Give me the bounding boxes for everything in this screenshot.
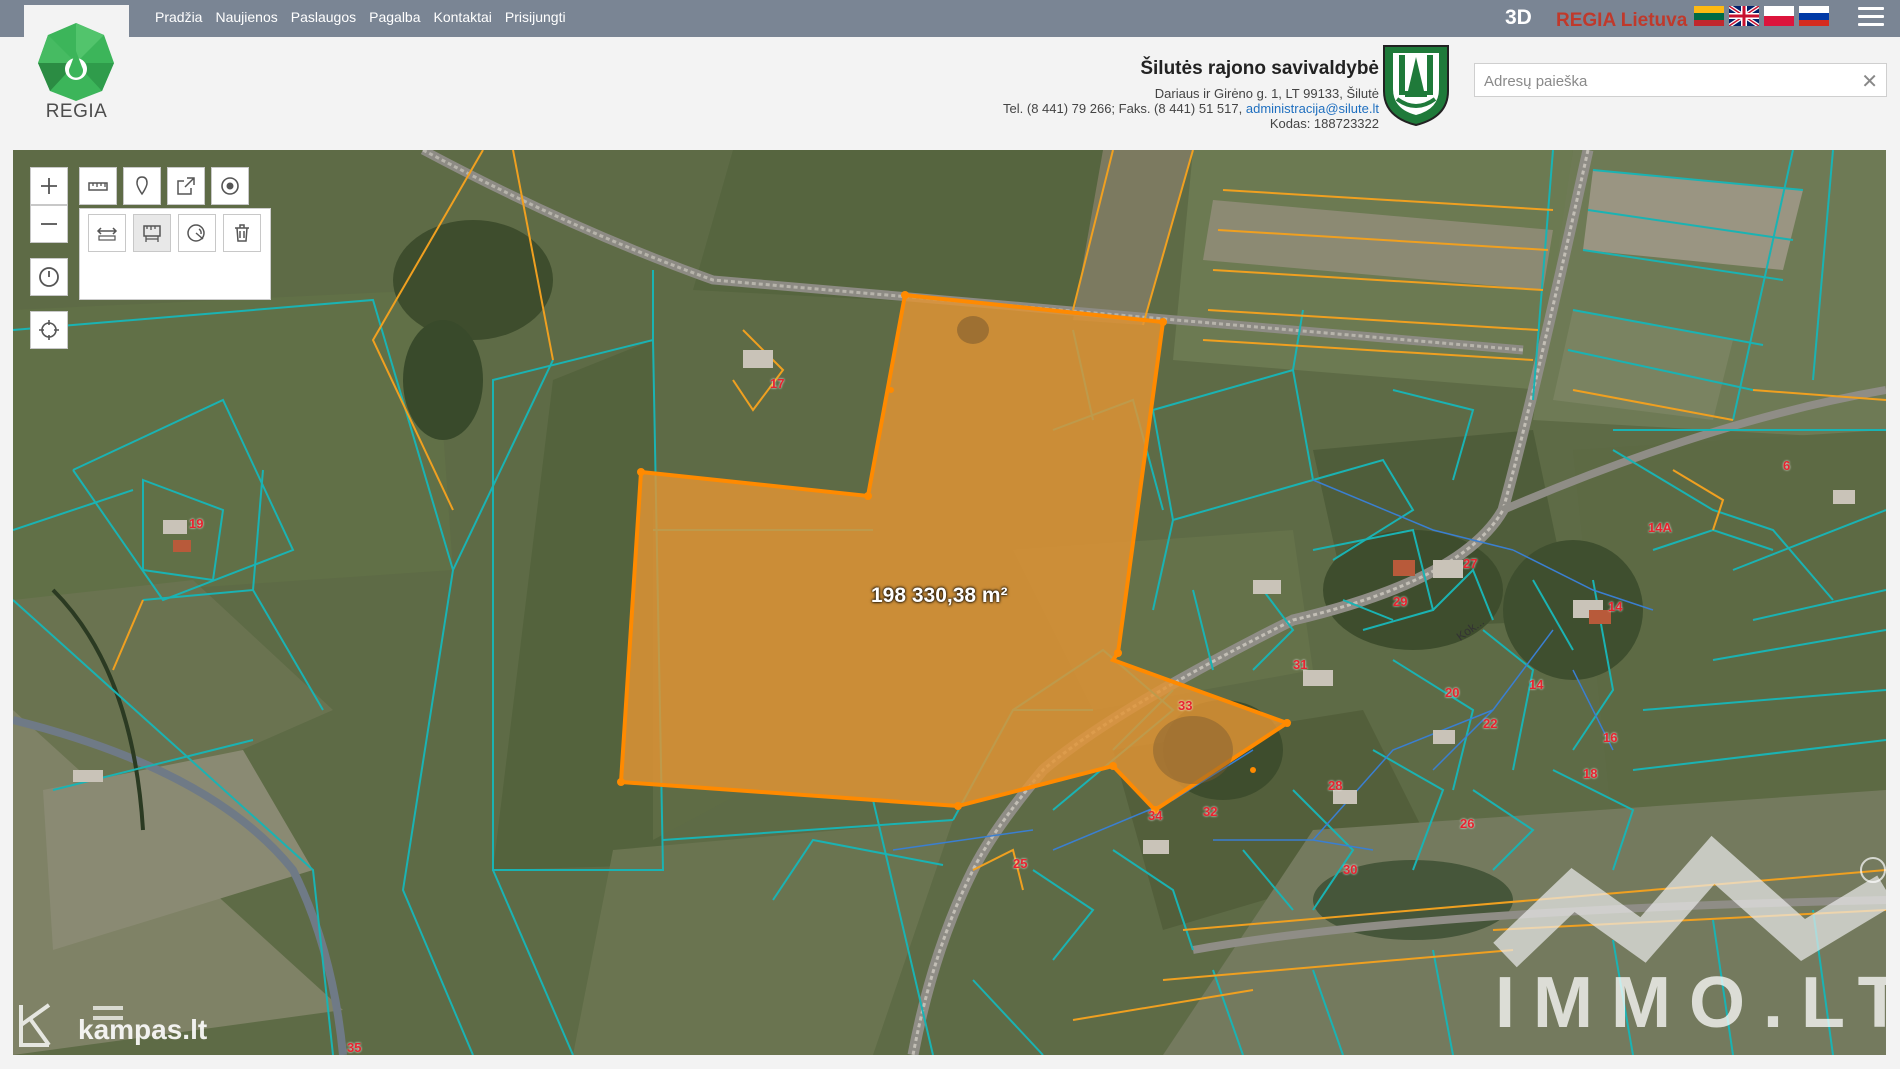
- municipality-name: Šilutės rajono savivaldybė: [1140, 58, 1379, 79]
- marker-tool-button[interactable]: [123, 167, 161, 205]
- plot-number: 20: [1445, 685, 1460, 700]
- map-pin-icon: [136, 176, 148, 196]
- plot-number: 18: [1583, 766, 1598, 781]
- minus-icon: [41, 223, 57, 225]
- target-icon: [221, 177, 239, 195]
- ruler-tool-button[interactable]: [79, 167, 117, 205]
- clock-icon: [39, 267, 59, 287]
- measure-distance-button[interactable]: [88, 214, 126, 252]
- plot-number: 34: [1148, 808, 1163, 823]
- measure-area-button[interactable]: [133, 214, 171, 252]
- kampas-watermark: kampas.lt: [78, 1014, 208, 1045]
- plot-number: 6: [1783, 458, 1791, 473]
- municipality-contacts: Tel. (8 441) 79 266; Faks. (8 441) 51 51…: [1003, 101, 1379, 116]
- municipality-code: Kodas: 188723322: [1269, 116, 1379, 131]
- address-search-input[interactable]: [1482, 65, 1856, 97]
- regia-logo[interactable]: REGIA: [24, 5, 129, 125]
- plot-number: 26: [1460, 816, 1475, 831]
- history-button[interactable]: [30, 258, 68, 296]
- municipality-phones: Tel. (8 441) 79 266; Faks. (8 441) 51 51…: [1003, 101, 1243, 116]
- hamburger-menu-icon[interactable]: [1858, 7, 1884, 29]
- area-measurement-label: 198 330,38 m²: [871, 584, 1008, 607]
- zoom-out-button[interactable]: [30, 205, 68, 243]
- crosshair-icon: [39, 320, 59, 340]
- uk-flag-icon[interactable]: [1729, 6, 1759, 26]
- plot-number: 19: [189, 516, 204, 531]
- nav-item-contacts[interactable]: Kontaktai: [434, 9, 492, 25]
- municipality-email-link[interactable]: administracija@silute.lt: [1246, 101, 1379, 116]
- regia-lietuva-link[interactable]: REGIA Lietuva: [1556, 10, 1687, 32]
- plot-number: 30: [1343, 862, 1358, 877]
- plus-icon: [41, 178, 57, 194]
- zoom-in-button[interactable]: [30, 167, 68, 205]
- municipality-crest-icon: [1383, 45, 1449, 127]
- plot-number: 32: [1203, 804, 1218, 819]
- measure-radius-icon: [187, 224, 205, 242]
- plot-number: 22: [1483, 716, 1498, 731]
- regia-logo-text: REGIA: [45, 101, 108, 122]
- nav-item-services[interactable]: Paslaugos: [291, 9, 356, 25]
- measure-distance-icon: [96, 227, 118, 241]
- ruler-icon: [88, 182, 108, 191]
- nav-item-help[interactable]: Pagalba: [369, 9, 420, 25]
- measure-radius-button[interactable]: [178, 214, 216, 252]
- russia-flag-icon[interactable]: [1799, 6, 1829, 26]
- plot-number: 17: [770, 376, 785, 391]
- target-tool-button[interactable]: [211, 167, 249, 205]
- nav-item-login[interactable]: Prisijungti: [505, 9, 566, 25]
- share-icon: [177, 177, 195, 195]
- share-tool-button[interactable]: [167, 167, 205, 205]
- delete-measure-button[interactable]: [223, 214, 261, 252]
- map-view[interactable]: 17 19 6 14A 27 29 14 31 20 14 22 16 33 2…: [13, 150, 1886, 1055]
- regia-logo-icon: [38, 23, 114, 101]
- measure-area-icon: [143, 225, 161, 242]
- plot-number: 27: [1463, 556, 1478, 571]
- plot-number: 14: [1608, 599, 1623, 614]
- plot-number: 25: [1013, 856, 1028, 871]
- 3d-button[interactable]: 3D: [1505, 6, 1532, 30]
- trash-icon: [235, 224, 249, 242]
- nav-item-news[interactable]: Naujienos: [215, 9, 277, 25]
- municipality-address: Dariaus ir Girėno g. 1, LT 99133, Šilutė: [1154, 86, 1379, 101]
- main-nav: Pradžia Naujienos Paslaugos Pagalba Kont…: [155, 9, 566, 25]
- plot-number: 29: [1393, 594, 1408, 609]
- plot-number: 14A: [1648, 520, 1672, 535]
- plot-number: 33: [1178, 698, 1193, 713]
- plot-number: 28: [1328, 778, 1343, 793]
- lithuania-flag-icon[interactable]: [1694, 6, 1724, 26]
- nav-item-home[interactable]: Pradžia: [155, 9, 202, 25]
- address-search: ✕: [1474, 63, 1887, 97]
- plot-number: 31: [1293, 657, 1308, 672]
- poland-flag-icon[interactable]: [1764, 6, 1794, 26]
- plot-number: 14: [1529, 677, 1544, 692]
- plot-number: 35: [347, 1040, 362, 1055]
- plot-number: 16: [1603, 730, 1618, 745]
- immo-watermark: IMMO.LT: [1495, 963, 1886, 1043]
- locate-button[interactable]: [30, 311, 68, 349]
- clear-search-icon[interactable]: ✕: [1861, 69, 1878, 94]
